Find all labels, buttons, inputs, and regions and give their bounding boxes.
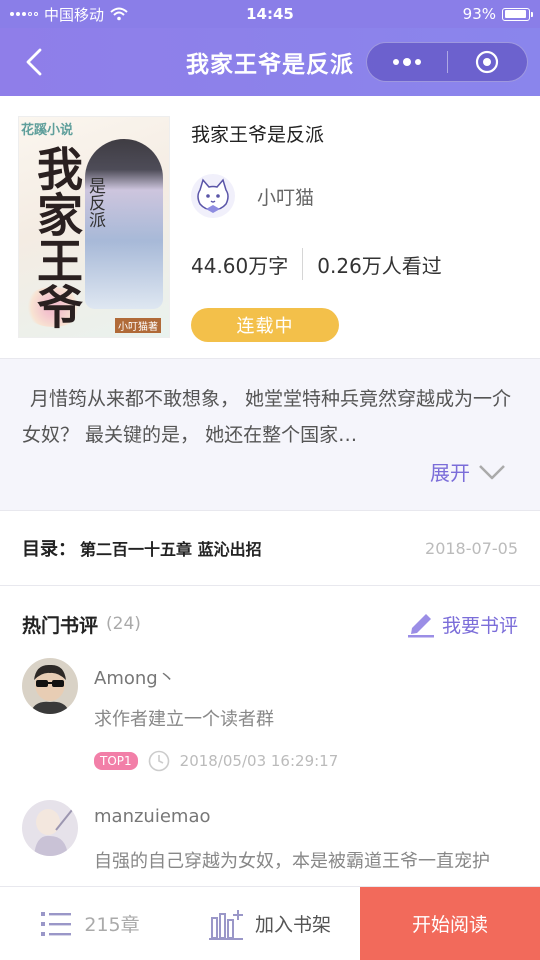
status-right: 93%: [350, 5, 533, 23]
status-bar: 中国移动 14:45 93%: [0, 0, 540, 28]
close-mini-program-button[interactable]: [448, 43, 528, 81]
reviews-count: (24): [106, 614, 141, 634]
status-time: 14:45: [246, 5, 294, 23]
write-review-button[interactable]: 我要书评: [406, 610, 518, 638]
summary-section: 月惜筠从来都不敢想象， 她堂堂特种兵竟然穿越成为一介女奴？ 最关键的是， 她还在…: [0, 358, 540, 510]
reviewer-avatar[interactable]: [22, 800, 78, 856]
bookshelf-icon: [208, 909, 243, 940]
expand-button[interactable]: 展开: [430, 457, 506, 486]
book-title: 我家王爷是反派: [191, 124, 325, 146]
back-button[interactable]: [16, 44, 52, 80]
start-reading-label: 开始阅读: [411, 914, 488, 936]
target-icon: [476, 50, 499, 74]
reviews-title: 热门书评: [22, 614, 99, 637]
pencil-icon: [407, 614, 434, 638]
review-text: 求作者建立一个读者群: [94, 709, 274, 730]
chapters-label: 215章: [84, 914, 140, 936]
review-item: manzuiemao 自强的自己穿越为女奴，本是被霸道王爷一直宠护: [22, 800, 518, 890]
bottom-action-bar: 215章 加入书架 开始阅读: [0, 886, 540, 960]
book-info-section: 花蹊小说 我家王爷 是反派 小叮猫著 我家王爷是反派 小叮猫 44.60万字 0…: [0, 96, 540, 358]
author-row[interactable]: 小叮猫: [191, 174, 314, 218]
user-photo-icon: [22, 658, 78, 714]
battery-percent: 93%: [462, 5, 496, 23]
author-avatar: [191, 174, 235, 218]
author-name: 小叮猫: [257, 186, 315, 209]
more-button[interactable]: [367, 43, 447, 81]
reviewer-name: Among丶: [94, 668, 176, 689]
stats-divider: [302, 248, 304, 280]
navigation-bar: 我家王爷是反派: [0, 28, 540, 96]
mini-program-capsule: [366, 42, 528, 82]
status-left: 中国移动: [10, 4, 190, 25]
review-time: 2018/05/03 16:29:17: [179, 752, 339, 770]
page-title: 我家王爷是反派: [186, 52, 354, 78]
reviewer-name: manzuiemao: [94, 806, 211, 827]
add-to-shelf-button[interactable]: 加入书架: [180, 887, 360, 960]
cover-brand: 花蹊小说: [21, 123, 74, 138]
review-meta: TOP1 2018/05/03 16:29:17: [94, 750, 338, 772]
cover-subtitle: 是反派: [85, 177, 105, 228]
clock-icon: [148, 750, 169, 772]
chapters-button[interactable]: 215章: [0, 887, 180, 960]
cat-avatar-icon: [197, 178, 229, 213]
wifi-icon: [110, 7, 128, 21]
more-icon: [392, 57, 421, 66]
chevron-down-icon: [479, 464, 505, 479]
top-badge: TOP1: [94, 752, 138, 770]
user-photo-icon: [22, 800, 78, 856]
write-review-label: 我要书评: [441, 614, 518, 637]
hot-reviews-section: 热门书评 (24) 我要书评 Among丶 求作者建立一个读者群 TOP1 20…: [0, 586, 540, 886]
review-item: Among丶 求作者建立一个读者群 TOP1 2018/05/03 16:29:…: [22, 658, 518, 778]
list-icon: [41, 911, 72, 936]
reviews-header: 热门书评 (24) 我要书评: [22, 610, 518, 638]
toc-label: 目录：: [22, 539, 76, 560]
battery-icon: [502, 7, 533, 21]
cover-title: 我家王爷: [30, 145, 84, 329]
expand-label: 展开: [430, 461, 470, 485]
start-reading-button[interactable]: 开始阅读: [360, 887, 540, 960]
book-stats: 44.60万字 0.26万人看过: [191, 248, 442, 280]
cover-author: 小叮猫著: [115, 318, 161, 333]
word-count: 44.60万字: [191, 253, 289, 278]
carrier-name: 中国移动: [44, 5, 105, 24]
summary-text: 月惜筠从来都不敢想象， 她堂堂特种兵竟然穿越成为一介女奴？ 最关键的是， 她还在…: [22, 388, 512, 446]
serial-status-badge: 连载中: [191, 308, 339, 342]
table-of-contents-row[interactable]: 目录： 第二百一十五章 蓝沁出招 2018-07-05: [0, 510, 540, 586]
chevron-left-icon: [26, 48, 42, 76]
signal-icon: [10, 12, 38, 16]
reviewer-avatar[interactable]: [22, 658, 78, 714]
review-text: 自强的自己穿越为女奴，本是被霸道王爷一直宠护: [94, 851, 490, 872]
latest-chapter-date: 2018-07-05: [425, 538, 518, 558]
add-to-shelf-label: 加入书架: [254, 914, 331, 936]
book-cover[interactable]: 花蹊小说 我家王爷 是反派 小叮猫著: [18, 116, 170, 338]
view-count: 0.26万人看过: [317, 253, 442, 278]
latest-chapter: 第二百一十五章 蓝沁出招: [80, 540, 262, 559]
